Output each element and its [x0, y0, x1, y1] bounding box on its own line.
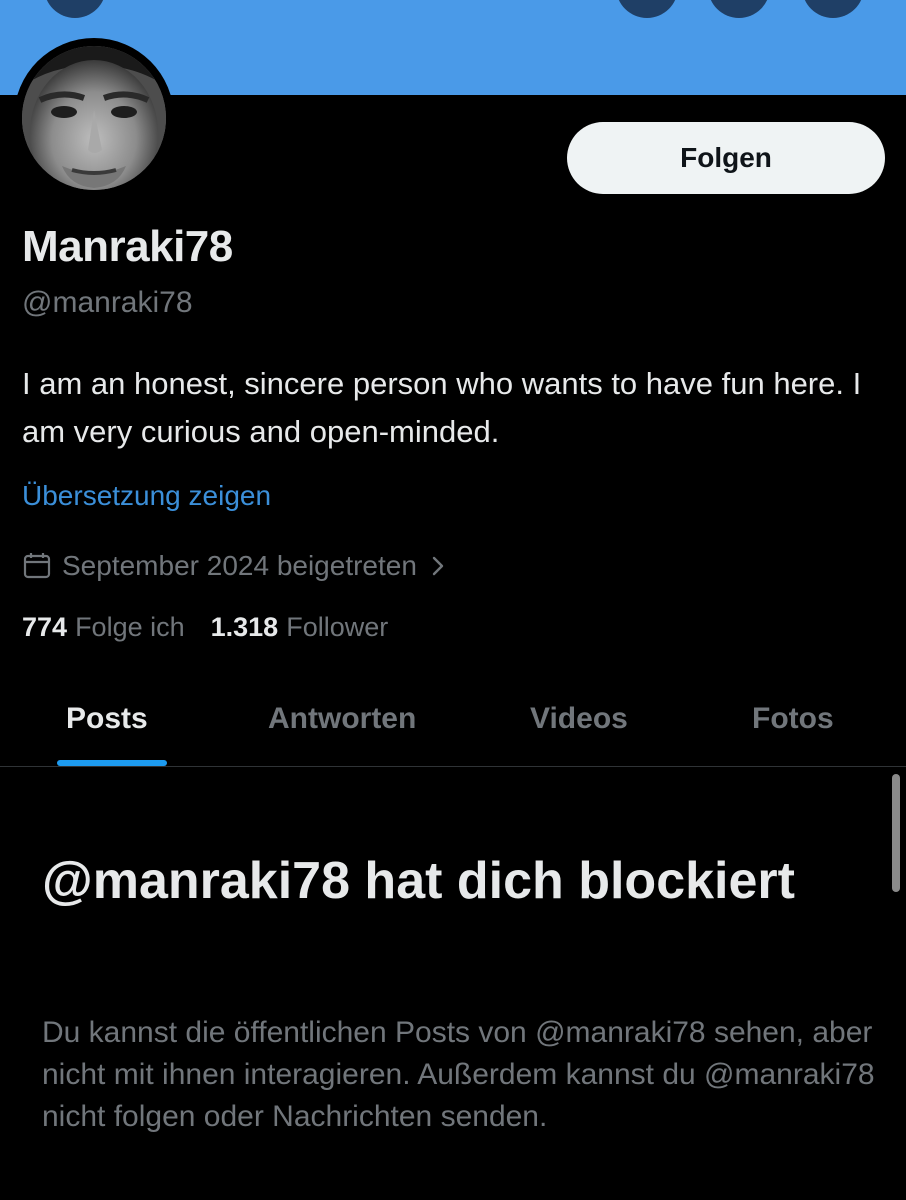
tab-posts[interactable]: Posts	[66, 672, 148, 766]
tab-fotos[interactable]: Fotos	[752, 672, 834, 766]
blocked-description: Du kannst die öffentlichen Posts von @ma…	[42, 1016, 875, 1133]
profile-stats: 774 Folge ich 1.318 Follower	[22, 612, 388, 643]
banner-action-button[interactable]	[708, 0, 770, 18]
display-name: Manraki78	[22, 222, 233, 271]
follow-button[interactable]: Folgen	[567, 122, 885, 194]
profile-bio: I am an honest, sincere person who wants…	[22, 366, 862, 449]
followers-count: 1.318	[210, 612, 279, 642]
following-stat[interactable]: 774 Folge ich	[22, 612, 185, 643]
scrollbar[interactable]	[892, 774, 900, 892]
user-handle: @manraki78	[22, 286, 193, 319]
banner-action-button[interactable]	[616, 0, 678, 18]
following-count: 774	[22, 612, 68, 642]
blocked-title: @manraki78 hat dich blockiert	[42, 852, 795, 910]
avatar[interactable]	[14, 38, 174, 198]
active-tab-indicator	[57, 760, 167, 766]
tab-videos[interactable]: Videos	[530, 672, 628, 766]
calendar-icon	[22, 551, 52, 581]
chevron-right-icon	[429, 553, 447, 579]
followers-label: Follower	[286, 612, 389, 642]
show-translation-link[interactable]: Übersetzung zeigen	[22, 480, 271, 512]
joined-date[interactable]: September 2024 beigetreten	[22, 546, 447, 586]
joined-date-text: September 2024 beigetreten	[62, 550, 417, 581]
followers-stat[interactable]: 1.318 Follower	[211, 612, 389, 643]
banner-action-button[interactable]	[802, 0, 864, 18]
back-button[interactable]	[44, 0, 106, 18]
avatar-photo	[22, 46, 166, 190]
tab-antworten[interactable]: Antworten	[268, 672, 416, 766]
following-label: Folge ich	[75, 612, 185, 642]
profile-tabs: Posts Antworten Videos Fotos	[0, 672, 906, 767]
